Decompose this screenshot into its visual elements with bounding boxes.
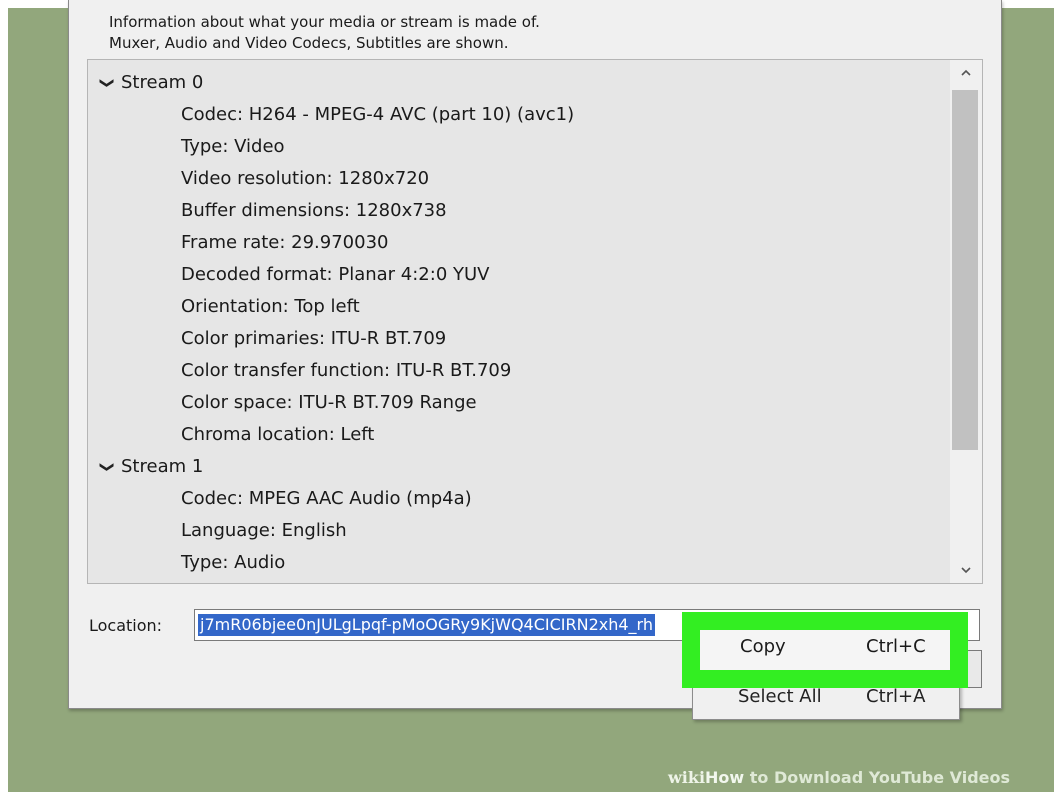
watermark-wiki: wiki xyxy=(668,768,706,787)
tree-row[interactable]: Chroma location: Left xyxy=(91,419,374,451)
tree-row[interactable]: Codec: H264 - MPEG-4 AVC (part 10) (avc1… xyxy=(91,99,574,131)
dialog-description: Information about what your media or str… xyxy=(109,12,540,54)
tree-row[interactable]: Color transfer function: ITU-R BT.709 xyxy=(91,355,511,387)
media-info-dialog: Information about what your media or str… xyxy=(68,0,1002,709)
tree-row[interactable]: Orientation: Top left xyxy=(91,291,360,323)
codec-tree-content: ❯ Stream 0 Codec: H264 - MPEG-4 AVC (par… xyxy=(91,63,929,579)
tree-row-label: Buffer dimensions: 1280x738 xyxy=(181,200,447,221)
codec-tree-view[interactable]: ❯ Stream 0 Codec: H264 - MPEG-4 AVC (par… xyxy=(87,59,983,584)
tree-row-label: Codec: MPEG AAC Audio (mp4a) xyxy=(181,488,472,509)
tree-row-label: Decoded format: Planar 4:2:0 YUV xyxy=(181,264,490,285)
watermark-title: to Download YouTube Videos xyxy=(744,768,1011,787)
tree-row[interactable]: Language: English xyxy=(91,515,347,547)
description-line-1: Information about what your media or str… xyxy=(109,13,540,31)
scroll-down-arrow-icon[interactable] xyxy=(950,559,982,581)
tree-row[interactable]: Frame rate: 29.970030 xyxy=(91,227,389,259)
tree-row[interactable]: Type: Video xyxy=(91,131,285,163)
scrollbar-thumb[interactable] xyxy=(952,90,978,450)
tree-row-label: Stream 1 xyxy=(121,456,204,477)
tree-row-label: Language: English xyxy=(181,520,347,541)
location-selected-text[interactable]: j7mR06bjee0nJULgLpqf-pMoOGRy9KjWQ4CICIRN… xyxy=(198,614,655,636)
tree-row[interactable]: Decoded format: Planar 4:2:0 YUV xyxy=(91,259,489,291)
tree-stream-0[interactable]: ❯ Stream 0 xyxy=(91,67,203,99)
menu-item-select-all-shortcut: Ctrl+A xyxy=(866,686,926,707)
tree-row[interactable]: Buffer dimensions: 1280x738 xyxy=(91,195,447,227)
tree-row-label: Color transfer function: ITU-R BT.709 xyxy=(181,360,512,381)
tree-row-label: Frame rate: 29.970030 xyxy=(181,232,389,253)
tree-row-label: Color space: ITU-R BT.709 Range xyxy=(181,392,477,413)
tree-row-label: Orientation: Top left xyxy=(181,296,360,317)
tree-row[interactable]: Color space: ITU-R BT.709 Range xyxy=(91,387,477,419)
tree-row[interactable]: Type: Audio xyxy=(91,547,285,579)
chevron-down-icon[interactable]: ❯ xyxy=(91,459,123,475)
tree-row-label: Codec: H264 - MPEG-4 AVC (part 10) (avc1… xyxy=(181,104,575,125)
tree-row-label: Stream 0 xyxy=(121,72,204,93)
vertical-scrollbar[interactable] xyxy=(950,60,982,583)
scroll-up-arrow-icon[interactable] xyxy=(950,62,982,84)
tree-row[interactable]: Video resolution: 1280x720 xyxy=(91,163,429,195)
tree-row-label: Type: Video xyxy=(181,136,285,157)
tree-row-label: Chroma location: Left xyxy=(181,424,375,445)
menu-item-copy-shortcut: Ctrl+C xyxy=(866,636,926,657)
tree-row-label: Video resolution: 1280x720 xyxy=(181,168,430,189)
tree-row[interactable]: Color primaries: ITU-R BT.709 xyxy=(91,323,446,355)
tree-row-label: Color primaries: ITU-R BT.709 xyxy=(181,328,447,349)
wikihow-watermark: wikiHow to Download YouTube Videos xyxy=(668,763,1010,792)
location-label: Location: xyxy=(89,616,163,635)
left-strip xyxy=(0,0,8,792)
tree-row-label: Type: Audio xyxy=(181,552,286,573)
menu-item-copy-label[interactable]: Copy xyxy=(740,636,786,657)
chevron-down-icon[interactable]: ❯ xyxy=(91,75,123,91)
tree-stream-1[interactable]: ❯ Stream 1 xyxy=(91,451,203,483)
description-line-2: Muxer, Audio and Video Codecs, Subtitles… xyxy=(109,34,509,52)
watermark-how: How xyxy=(705,768,745,787)
tree-row[interactable]: Codec: MPEG AAC Audio (mp4a) xyxy=(91,483,472,515)
menu-item-select-all[interactable]: Select All xyxy=(738,686,822,707)
